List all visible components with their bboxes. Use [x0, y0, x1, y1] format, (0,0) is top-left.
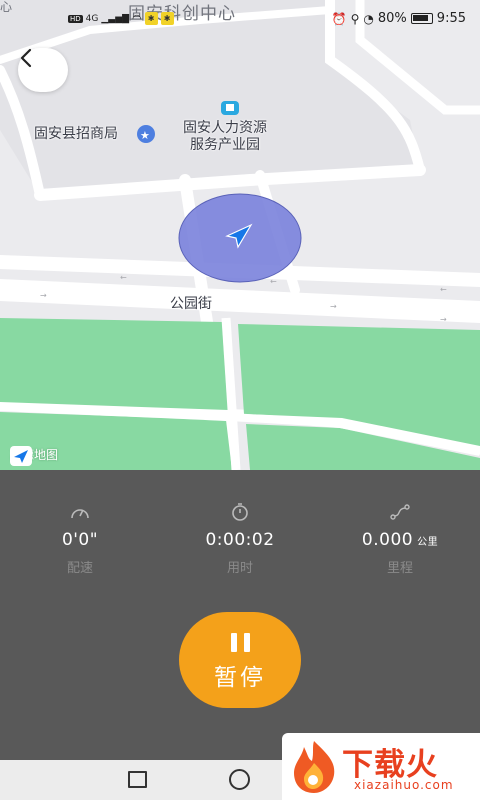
hd-badge: HD [68, 14, 83, 23]
amap-logo-icon [10, 446, 32, 466]
svg-text:←: ← [440, 285, 447, 294]
home-button[interactable] [229, 769, 250, 790]
distance-unit: 公里 [417, 537, 439, 548]
battery-percent: 80% [377, 11, 407, 26]
distance-value-row: 0.000 公里 [320, 530, 480, 550]
status-right: ⏰ ⚲ ◔ 80% 9:55 [332, 11, 466, 26]
signal-icon: ▁▃▅▇ [101, 13, 130, 24]
wifi-icon: ◠ [132, 12, 142, 25]
stat-time: 0:00:02 用时 [160, 502, 320, 576]
status-bar: HD 4G ▁▃▅▇ ◠ ✱ ✱ ⏰ ⚲ ◔ 80% 9:55 [0, 0, 480, 40]
speedometer-icon [0, 502, 160, 522]
pause-label: 暂停 [214, 664, 266, 691]
back-button[interactable] [18, 48, 68, 92]
network-type: 4G [85, 13, 99, 24]
svg-text:←: ← [270, 277, 277, 286]
alarm-icon: ⏰ [331, 11, 347, 26]
map-label-hr-park-line2: 服务产业园 [190, 137, 260, 153]
watermark: 下载火 xiazaihuo.com [282, 733, 480, 800]
map-canvas: ← ←← →→→ → ★ [0, 0, 480, 470]
svg-text:←: ← [120, 273, 127, 282]
pause-icon [230, 632, 250, 652]
pace-label: 配速 [66, 561, 93, 576]
chevron-left-icon [20, 48, 32, 68]
time-label: 用时 [226, 561, 253, 576]
svg-text:★: ★ [140, 129, 150, 142]
watermark-url: xiazaihuo.com [354, 778, 454, 792]
speed-icon: ◔ [363, 11, 374, 26]
map-label-hr-park-line1: 固安人力资源 [183, 120, 267, 136]
workout-panel: 0'0" 配速 0:00:02 用时 0.000 公里 里程 暂停 [0, 470, 480, 760]
route-icon [320, 502, 480, 522]
stat-distance: 0.000 公里 里程 [320, 502, 480, 576]
svg-text:→: → [40, 291, 47, 300]
distance-label: 里程 [386, 561, 413, 576]
pause-button[interactable]: 暂停 [179, 612, 301, 708]
stat-pace: 0'0" 配速 [0, 502, 160, 576]
location-pin-icon: ⚲ [350, 11, 360, 26]
battery-icon [410, 13, 433, 24]
map-provider-logo: 高德地图 [10, 446, 58, 466]
status-left: HD 4G ▁▃▅▇ ◠ ✱ ✱ [68, 12, 174, 25]
notification-app-icon-2: ✱ [160, 12, 174, 25]
map-label-hr-park[interactable]: 固安人力资源 服务产业园 [183, 120, 267, 154]
map-label-merchant-bureau[interactable]: 固安县招商局 [34, 126, 118, 143]
map-view[interactable]: ← ← ← → → → → ★ 心 固安科创中心 固安县招商局 固安人力资源 服务产业园… [0, 0, 480, 470]
distance-value: 0.000 [361, 530, 414, 550]
time-value: 0:00:02 [205, 530, 275, 550]
svg-text:→: → [440, 315, 447, 324]
notification-app-icon: ✱ [144, 12, 158, 25]
recents-button[interactable] [128, 771, 147, 788]
flame-logo-icon [294, 741, 335, 793]
pace-value: 0'0" [61, 530, 99, 550]
svg-text:→: → [330, 302, 337, 311]
map-label-street: 公园街 [170, 296, 212, 312]
stopwatch-icon [160, 502, 320, 522]
clock-time: 9:55 [436, 11, 466, 26]
